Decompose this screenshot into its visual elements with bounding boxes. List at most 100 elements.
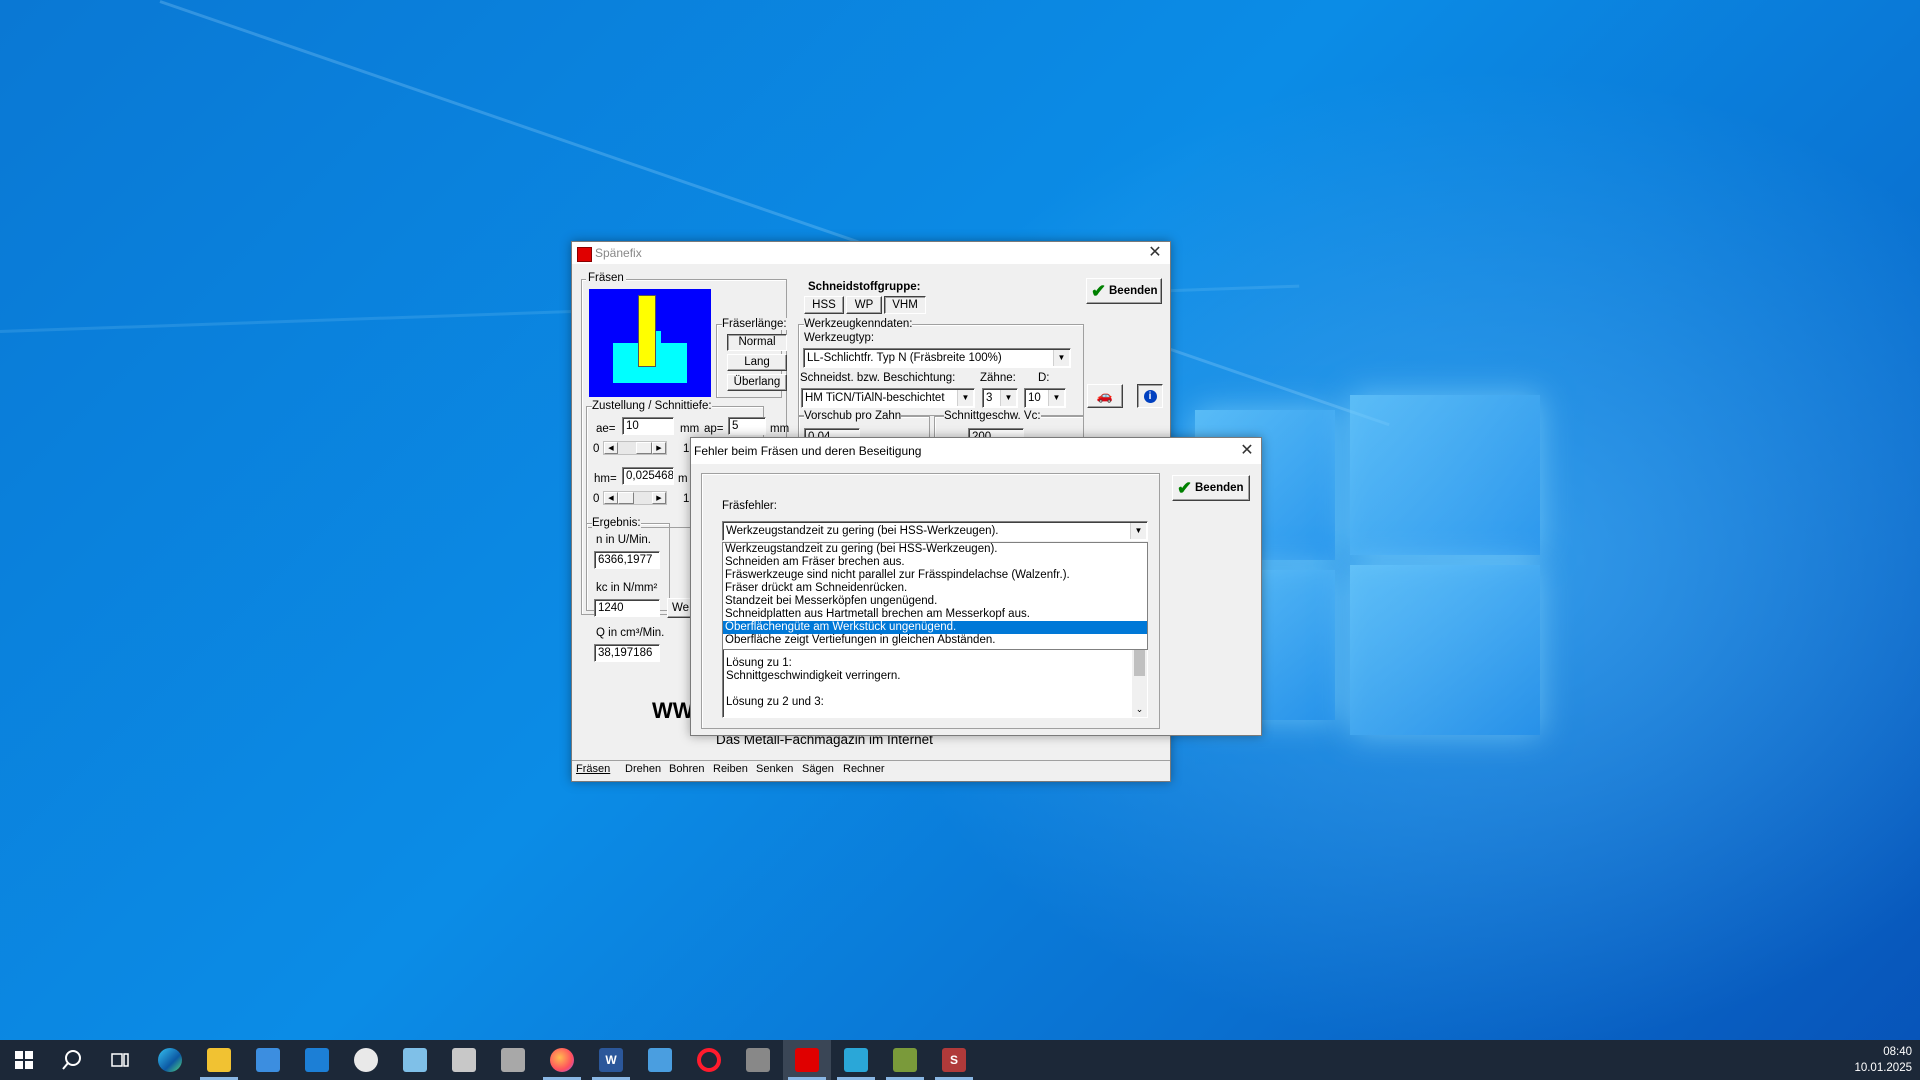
werkzeugkenndaten-label: Werkzeugkenndaten: (804, 318, 913, 330)
option-item[interactable]: Fräswerkzeuge sind nicht parallel zur Fr… (723, 569, 1147, 582)
beschichtung-label: Schneidst. bzw. Beschichtung: (800, 372, 956, 384)
task-view-icon[interactable] (108, 1048, 132, 1072)
fraesfehler-options-list[interactable]: Werkzeugstandzeit zu gering (bei HSS-Wer… (722, 542, 1148, 650)
option-item[interactable]: Schneiden am Fräser brechen aus. (723, 556, 1147, 569)
beschichtung-select[interactable]: HM TiCN/TiAlN-beschichtet ▼ (801, 388, 975, 408)
n-label: n in U/Min. (596, 534, 651, 546)
car-button[interactable]: 🚗 (1087, 384, 1123, 408)
d-select[interactable]: 10 ▼ (1024, 388, 1066, 408)
app-icon[interactable] (648, 1048, 672, 1072)
tab-fraesen[interactable]: Fräsen (576, 763, 610, 775)
scroll-thumb[interactable] (618, 492, 634, 504)
werkzeugtyp-select[interactable]: LL-Schlichtfr. Typ N (Fräsbreite 100%) ▼ (803, 348, 1071, 368)
ae-scroll-min: 0 (593, 443, 600, 455)
option-item[interactable]: Fräser drückt am Schneidenrücken. (723, 582, 1147, 595)
scroll-right-icon[interactable]: ▶ (652, 492, 666, 504)
tab-rechner[interactable]: Rechner (843, 763, 885, 775)
ap-input[interactable]: 5 (728, 417, 766, 435)
loesung-line (726, 683, 1147, 696)
clock-time: 08:40 (1883, 1046, 1912, 1058)
paint-icon[interactable] (354, 1048, 378, 1072)
option-item[interactable]: Standzeit bei Messerköpfen ungenügend. (723, 595, 1147, 608)
checkmark-icon: ✔ (1177, 478, 1193, 498)
windows-logo-pane (1350, 395, 1540, 555)
usb-icon[interactable] (746, 1048, 770, 1072)
lang-button[interactable]: Lang (727, 354, 787, 371)
fraesfehler-label: Fräsfehler: (722, 500, 777, 512)
kc-output: 1240 (594, 599, 660, 617)
chevron-down-icon[interactable]: ▼ (1053, 350, 1069, 366)
ergebnis-label: Ergebnis: (592, 517, 641, 529)
printer-icon[interactable] (452, 1048, 476, 1072)
calculator-icon[interactable] (501, 1048, 525, 1072)
fraesfehler-select[interactable]: Werkzeugstandzeit zu gering (bei HSS-Wer… (722, 521, 1148, 541)
fraeserlaenge-label: Fräserlänge: (722, 318, 787, 330)
hm-input[interactable]: 0,025468 (622, 467, 674, 485)
scroll-thumb[interactable] (636, 442, 652, 454)
photo-icon[interactable] (893, 1048, 917, 1072)
chevron-down-icon[interactable]: ▼ (1048, 390, 1064, 406)
notepad-icon[interactable] (403, 1048, 427, 1072)
vorschub-label: Vorschub pro Zahn (804, 410, 902, 422)
close-icon[interactable]: ✕ (1238, 442, 1256, 460)
scroll-left-icon[interactable]: ◀ (604, 492, 618, 504)
scroll-left-icon[interactable]: ◀ (604, 442, 618, 454)
start-icon[interactable] (12, 1048, 36, 1072)
zaehne-select[interactable]: 3 ▼ (982, 388, 1018, 408)
file-explorer-icon[interactable] (207, 1048, 231, 1072)
schnittgeschw-label: Schnittgeschw. Vc: (944, 410, 1041, 422)
tab-senken[interactable]: Senken (756, 763, 793, 775)
ae-label: ae= (596, 423, 616, 435)
tab-bohren[interactable]: Bohren (669, 763, 704, 775)
scroll-right-icon[interactable]: ▶ (652, 442, 666, 454)
hss-button[interactable]: HSS (804, 296, 844, 314)
system-clock[interactable]: 08:40 10.01.2025 (1854, 1044, 1912, 1076)
store-icon[interactable] (256, 1048, 280, 1072)
wp-button[interactable]: WP (846, 296, 882, 314)
edge-icon[interactable] (158, 1048, 182, 1072)
title-bar[interactable]: Spänefix ✕ (572, 242, 1170, 264)
option-item[interactable]: Schneidplatten aus Hartmetall brechen am… (723, 608, 1147, 621)
scroll-down-icon[interactable]: ⌄ (1132, 702, 1147, 717)
fehler-dialog[interactable]: Fehler beim Fräsen und deren Beseitigung… (690, 437, 1262, 736)
s-app-icon[interactable]: S (942, 1048, 966, 1072)
option-item-highlighted[interactable]: Oberflächengüte am Werkstück ungenügend. (723, 621, 1147, 634)
option-item[interactable]: Oberfläche zeigt Vertiefungen in gleiche… (723, 634, 1147, 647)
search-icon[interactable] (60, 1048, 84, 1072)
app-icon (577, 247, 592, 262)
dialog-beenden-label: Beenden (1195, 482, 1244, 494)
mail-icon[interactable] (305, 1048, 329, 1072)
tab-strip: Fräsen Drehen Bohren Reiben Senken Sägen… (572, 760, 1170, 781)
tab-saegen[interactable]: Sägen (802, 763, 834, 775)
firefox-icon[interactable] (550, 1048, 574, 1072)
camera-icon[interactable] (844, 1048, 868, 1072)
tab-drehen[interactable]: Drehen (625, 763, 661, 775)
info-button[interactable]: i (1137, 384, 1163, 408)
opera-icon[interactable] (697, 1048, 721, 1072)
ae-scrollbar[interactable]: ◀ ▶ (603, 441, 667, 455)
dialog-title-bar[interactable]: Fehler beim Fräsen und deren Beseitigung… (691, 438, 1261, 464)
hm-scrollbar[interactable]: ◀ ▶ (603, 491, 667, 505)
loesung-line: Lösung zu 1: (726, 657, 792, 669)
normal-button[interactable]: Normal (727, 334, 787, 351)
ae-input[interactable]: 10 (622, 417, 674, 435)
tab-reiben[interactable]: Reiben (713, 763, 748, 775)
dialog-beenden-button[interactable]: ✔ Beenden (1172, 475, 1250, 501)
ueberlang-button[interactable]: Überlang (727, 374, 787, 391)
vhm-button[interactable]: VHM (884, 296, 926, 314)
spaenefix-icon[interactable] (795, 1048, 819, 1072)
option-item[interactable]: Werkzeugstandzeit zu gering (bei HSS-Wer… (723, 543, 1147, 556)
milling-tool-image (589, 289, 711, 397)
windows-logo-pane (1350, 565, 1540, 735)
beenden-button[interactable]: ✔ Beenden (1086, 278, 1162, 304)
chevron-down-icon[interactable]: ▼ (1130, 523, 1146, 539)
info-icon: i (1143, 390, 1157, 403)
close-icon[interactable]: ✕ (1146, 244, 1164, 262)
word-icon[interactable]: W (599, 1048, 623, 1072)
textarea-scrollbar[interactable]: ⌄ (1132, 642, 1147, 717)
beenden-label: Beenden (1109, 285, 1158, 297)
chevron-down-icon[interactable]: ▼ (957, 390, 973, 406)
clock-date: 10.01.2025 (1854, 1062, 1912, 1074)
taskbar: W S 08:40 10.01.2025 (0, 1040, 1920, 1080)
chevron-down-icon[interactable]: ▼ (1000, 390, 1016, 406)
